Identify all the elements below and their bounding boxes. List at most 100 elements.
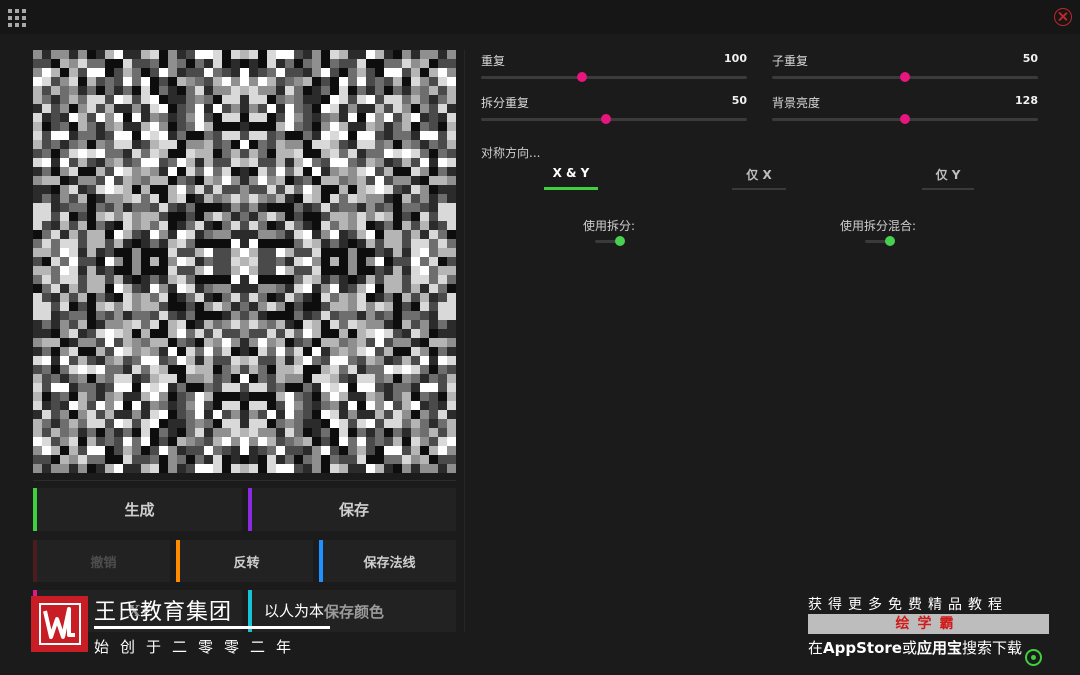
- pattern-tile: [402, 95, 411, 104]
- tab-y-only[interactable]: 仅 Y: [922, 166, 974, 190]
- undo-button[interactable]: 撤销: [33, 540, 170, 582]
- pattern-tile: [258, 149, 267, 158]
- pattern-tile: [276, 293, 285, 302]
- pattern-tile: [366, 428, 375, 437]
- pattern-tile: [177, 77, 186, 86]
- pattern-tile: [177, 437, 186, 446]
- pattern-tile: [87, 464, 96, 473]
- pattern-tile: [195, 338, 204, 347]
- pattern-tile: [276, 230, 285, 239]
- pattern-tile: [141, 59, 150, 68]
- pattern-tile: [168, 167, 177, 176]
- use-split-blend-knob[interactable]: [885, 236, 895, 246]
- pattern-tile: [438, 275, 447, 284]
- pattern-tile: [222, 419, 231, 428]
- pattern-tile: [33, 185, 42, 194]
- invert-button[interactable]: 反转: [176, 540, 313, 582]
- split-repeat-slider[interactable]: 拆分重复 50: [481, 94, 747, 124]
- pattern-tile: [249, 239, 258, 248]
- pattern-tile: [366, 131, 375, 140]
- pattern-tile: [168, 275, 177, 284]
- pattern-tile: [51, 464, 60, 473]
- pattern-tile: [402, 248, 411, 257]
- pattern-tile: [78, 212, 87, 221]
- pattern-tile: [420, 338, 429, 347]
- pattern-tile: [231, 437, 240, 446]
- pattern-tile: [87, 68, 96, 77]
- pattern-tile: [87, 311, 96, 320]
- pattern-tile: [276, 149, 285, 158]
- pattern-tile: [51, 293, 60, 302]
- slider-thumb[interactable]: [900, 72, 910, 82]
- pattern-tile: [195, 365, 204, 374]
- grid-menu-icon[interactable]: [8, 9, 26, 27]
- pattern-tile: [258, 212, 267, 221]
- pattern-tile: [51, 203, 60, 212]
- pattern-tile: [285, 275, 294, 284]
- pattern-tile: [150, 212, 159, 221]
- pattern-tile: [132, 302, 141, 311]
- pattern-tile: [33, 239, 42, 248]
- save-normal-button[interactable]: 保存法线: [319, 540, 456, 582]
- pattern-tile: [78, 293, 87, 302]
- pattern-tile: [96, 77, 105, 86]
- slider-track[interactable]: [481, 118, 747, 121]
- tab-x-only[interactable]: 仅 X: [732, 166, 786, 190]
- close-icon[interactable]: [1054, 8, 1072, 26]
- pattern-tile: [87, 230, 96, 239]
- pattern-tile: [393, 419, 402, 428]
- save-button[interactable]: 保存: [248, 488, 456, 531]
- generate-button[interactable]: 生成: [33, 488, 242, 531]
- pattern-tile: [267, 329, 276, 338]
- pattern-tile: [42, 257, 51, 266]
- pattern-tile: [150, 149, 159, 158]
- tab-xy[interactable]: X & Y: [544, 166, 598, 190]
- pattern-tile: [375, 203, 384, 212]
- slider-thumb[interactable]: [900, 114, 910, 124]
- pattern-tile: [366, 302, 375, 311]
- pattern-tile: [240, 446, 249, 455]
- bg-brightness-slider[interactable]: 背景亮度 128: [772, 94, 1038, 124]
- pattern-tile: [240, 347, 249, 356]
- pattern-tile: [213, 446, 222, 455]
- sub-repeat-slider[interactable]: 子重复 50: [772, 52, 1038, 82]
- pattern-tile: [393, 248, 402, 257]
- use-split-knob[interactable]: [615, 236, 625, 246]
- pattern-canvas[interactable]: [33, 50, 456, 473]
- pattern-tile: [303, 257, 312, 266]
- pattern-tile: [429, 122, 438, 131]
- pattern-tile: [447, 50, 456, 59]
- pattern-tile: [168, 347, 177, 356]
- pattern-tile: [186, 257, 195, 266]
- pattern-tile: [60, 86, 69, 95]
- pattern-tile: [87, 275, 96, 284]
- pattern-tile: [258, 356, 267, 365]
- pattern-tile: [330, 194, 339, 203]
- pattern-tile: [195, 320, 204, 329]
- slider-thumb[interactable]: [601, 114, 612, 124]
- pattern-tile: [321, 113, 330, 122]
- slider-thumb[interactable]: [577, 72, 588, 82]
- pattern-tile: [312, 365, 321, 374]
- target-icon[interactable]: [1025, 649, 1042, 666]
- pattern-tile: [60, 428, 69, 437]
- pattern-tile: [348, 464, 357, 473]
- pattern-tile: [186, 194, 195, 203]
- pattern-tile: [195, 383, 204, 392]
- slider-track[interactable]: [481, 76, 747, 79]
- pattern-tile: [429, 230, 438, 239]
- pattern-tile: [69, 104, 78, 113]
- pattern-tile: [375, 401, 384, 410]
- pattern-tile: [375, 104, 384, 113]
- pattern-tile: [96, 248, 105, 257]
- repeat-slider[interactable]: 重复 100: [481, 52, 747, 82]
- pattern-tile: [87, 167, 96, 176]
- pattern-tile: [78, 113, 87, 122]
- pattern-tile: [438, 248, 447, 257]
- pattern-tile: [447, 338, 456, 347]
- pattern-tile: [249, 383, 258, 392]
- pattern-tile: [222, 176, 231, 185]
- pattern-tile: [258, 68, 267, 77]
- pattern-tile: [348, 221, 357, 230]
- pattern-tile: [330, 338, 339, 347]
